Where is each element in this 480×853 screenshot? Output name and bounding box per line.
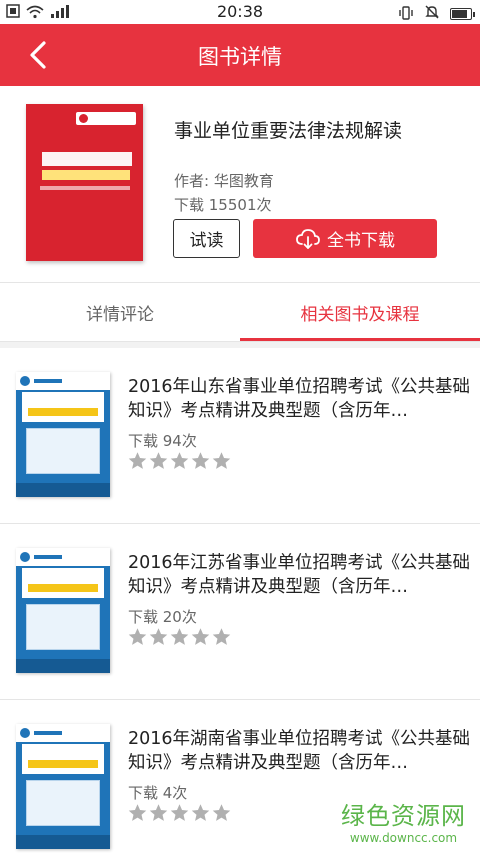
cover-band <box>40 186 130 190</box>
download-full-book-button[interactable]: 全书下载 <box>253 219 437 258</box>
star-icon <box>149 804 168 821</box>
book-thumbnail <box>16 548 110 673</box>
star-icon <box>191 628 210 645</box>
book-download-count: 下载 15501次 <box>174 196 272 214</box>
download-button-label: 全书下载 <box>327 231 395 251</box>
book-author: 作者: 华图教育 <box>174 172 274 190</box>
battery-icon <box>450 8 475 20</box>
vibrate-icon <box>398 5 414 24</box>
book-info-section: 事业单位重要法律法规解读 作者: 华图教育 下载 15501次 试读 全书下载 <box>0 86 480 282</box>
book-thumbnail <box>16 372 110 497</box>
star-icon <box>170 452 189 469</box>
rating-stars <box>127 624 232 650</box>
star-icon <box>128 804 147 821</box>
list-item[interactable]: 2016年山东省事业单位招聘考试《公共基础知识》考点精讲及典型题（含历年… 下载… <box>0 348 480 524</box>
active-tab-indicator <box>240 338 480 341</box>
watermark-title: 绿色资源网 <box>341 802 466 830</box>
publisher-logo <box>76 112 136 125</box>
star-icon <box>149 628 168 645</box>
star-icon <box>191 452 210 469</box>
star-icon <box>212 452 231 469</box>
star-icon <box>170 804 189 821</box>
list-item[interactable]: 2016年江苏省事业单位招聘考试《公共基础知识》考点精讲及典型题（含历年… 下载… <box>0 524 480 700</box>
rating-stars <box>127 448 232 474</box>
tab-bar: 详情评论 相关图书及课程 <box>0 282 480 342</box>
star-icon <box>212 804 231 821</box>
star-icon <box>212 628 231 645</box>
mute-bell-icon <box>424 4 440 24</box>
book-title: 事业单位重要法律法规解读 <box>174 120 403 142</box>
item-title: 2016年山东省事业单位招聘考试《公共基础知识》考点精讲及典型题（含历年… <box>128 377 471 421</box>
book-cover-image <box>26 104 143 261</box>
star-icon <box>128 452 147 469</box>
preview-button[interactable]: 试读 <box>173 219 240 258</box>
cover-title-graphic <box>42 152 132 166</box>
book-thumbnail <box>16 724 110 849</box>
star-icon <box>149 452 168 469</box>
tab-related-books-courses[interactable]: 相关图书及课程 <box>240 283 480 341</box>
cloud-download-icon <box>296 228 320 249</box>
star-icon <box>191 804 210 821</box>
app-header: 图书详情 <box>0 24 480 86</box>
star-icon <box>170 628 189 645</box>
rating-stars <box>127 800 232 826</box>
cover-subtitle-graphic <box>42 170 130 180</box>
watermark-url: www.downcc.com <box>349 831 458 845</box>
site-watermark: 绿色资源网 www.downcc.com <box>341 796 466 845</box>
status-bar: 20:38 <box>0 0 480 24</box>
item-title: 2016年江苏省事业单位招聘考试《公共基础知识》考点精讲及典型题（含历年… <box>128 553 471 597</box>
star-icon <box>128 628 147 645</box>
tab-details-reviews[interactable]: 详情评论 <box>0 283 240 341</box>
page-title: 图书详情 <box>198 45 282 69</box>
item-title: 2016年湖南省事业单位招聘考试《公共基础知识》考点精讲及典型题（含历年… <box>128 729 471 773</box>
status-right <box>398 4 475 24</box>
